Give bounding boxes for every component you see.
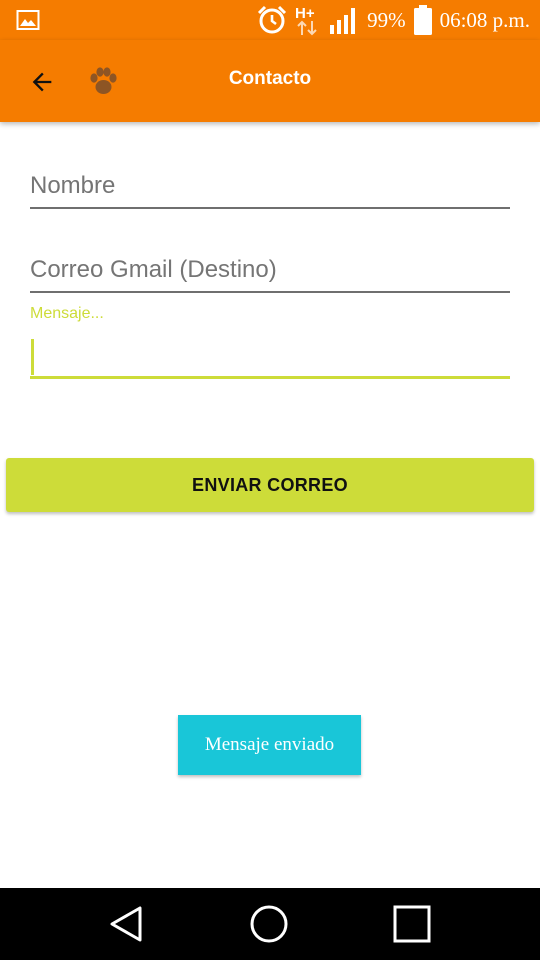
nombre-field-container [30, 166, 510, 211]
toast-text: Mensaje enviado [204, 734, 335, 755]
battery-percent: 99% [367, 7, 406, 32]
nav-home-button[interactable] [239, 898, 299, 950]
network-hplus-icon: H+ [295, 5, 317, 36]
signal-icon [330, 8, 356, 34]
page-title: Contacto [228, 68, 312, 89]
correo-underline [30, 291, 510, 293]
battery-icon [413, 5, 432, 35]
image-icon [16, 8, 40, 32]
app-bar: Contacto [0, 40, 540, 122]
nav-recents-button[interactable] [382, 898, 442, 950]
nombre-input[interactable] [30, 166, 510, 206]
status-icons: H+ 99% 06:08 p.m. [257, 4, 530, 36]
mensaje-input[interactable] [38, 337, 508, 377]
clock: 06:08 p.m. [439, 7, 530, 32]
home-circle-icon [250, 905, 288, 943]
mensaje-field-container: Mensaje... [30, 305, 510, 381]
network-type-label: H+ [295, 5, 315, 22]
alarm-icon [258, 5, 287, 34]
mensaje-underline [30, 376, 510, 379]
recents-square-icon [393, 905, 431, 943]
nav-back-button[interactable] [97, 898, 157, 950]
back-triangle-icon [110, 906, 142, 942]
navigation-bar [0, 888, 540, 960]
correo-input[interactable] [30, 250, 510, 290]
send-email-button[interactable]: ENVIAR CORREO [6, 458, 534, 512]
toast-message: Mensaje enviado [178, 715, 361, 775]
mensaje-label: Mensaje... [30, 305, 104, 322]
text-cursor [31, 339, 34, 375]
nombre-underline [30, 207, 510, 209]
correo-field-container [30, 250, 510, 295]
status-bar: H+ 99% 06:08 p.m. [0, 0, 540, 40]
